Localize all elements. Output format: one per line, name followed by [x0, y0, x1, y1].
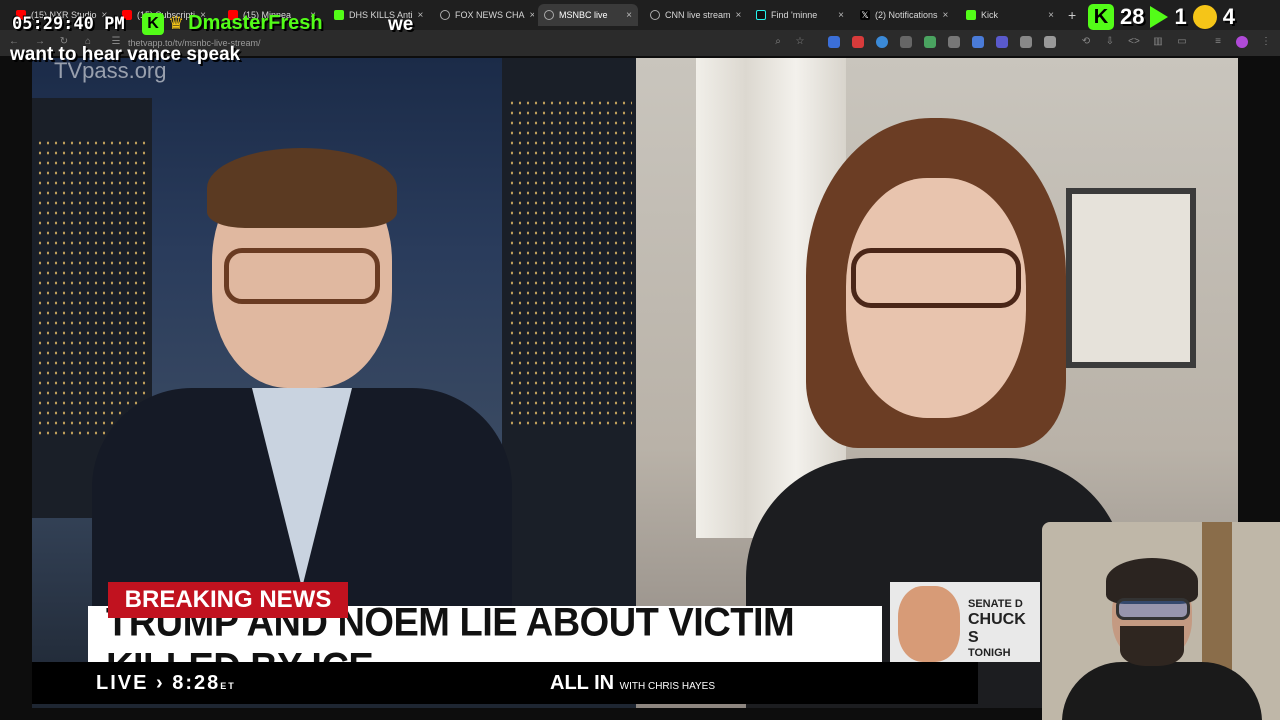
host-hair	[207, 148, 397, 228]
tab-label: (2) Notifications	[875, 10, 938, 20]
extension-icon[interactable]	[948, 36, 960, 48]
tab-label: Kick	[981, 10, 999, 20]
menu-icon[interactable]: ≡	[1212, 36, 1224, 48]
stream-clock: 05:29:40 PM	[12, 14, 125, 34]
tab-x-notifications[interactable]: 𝕏 (2) Notifications ×	[854, 4, 954, 26]
live-caption-line: want to hear vance speak	[10, 44, 241, 65]
stream-stats: K 28 1 4	[1088, 4, 1235, 30]
streamer-webcam	[1042, 522, 1280, 720]
host-glasses	[224, 248, 380, 304]
close-icon[interactable]: ×	[1048, 10, 1054, 21]
live-indicator: LIVE › 8:28ET	[96, 672, 236, 695]
streamer-badge: K ♛ DmasterFresh	[142, 12, 323, 35]
webcam-person-beard	[1120, 626, 1184, 666]
kick-logo-icon: K	[1088, 4, 1114, 30]
show-host: WITH CHRIS HAYES	[619, 681, 716, 692]
tab-label: FOX NEWS CHA	[455, 10, 525, 20]
promo-panel: SENATE D CHUCK S TONIGH	[890, 582, 1040, 662]
zoom-icon[interactable]: ⌕	[772, 36, 784, 48]
time-zone: ET	[220, 681, 236, 691]
extension-icon[interactable]	[924, 36, 936, 48]
tab-msnbc-live[interactable]: MSNBC live ×	[538, 4, 638, 26]
webcam-person-glasses	[1116, 598, 1190, 620]
tab-label: CNN live stream	[665, 10, 731, 20]
close-icon[interactable]: ×	[530, 10, 534, 21]
promo-text: SENATE D CHUCK S TONIGH	[968, 598, 1040, 660]
host-person	[92, 138, 512, 688]
promo-line: CHUCK S	[968, 611, 1026, 646]
tab-label: MSNBC live	[559, 10, 608, 20]
kick-icon	[966, 10, 976, 20]
extension-icon[interactable]	[852, 36, 864, 48]
tiktok-icon	[756, 10, 766, 20]
live-label: LIVE	[96, 672, 149, 694]
show-logo: ALL IN WITH CHRIS HAYES	[550, 672, 715, 695]
live-caption-word: we	[388, 14, 414, 35]
kebab-menu-icon[interactable]: ⋮	[1260, 36, 1272, 48]
webcam-person-body	[1062, 662, 1262, 720]
tab-kick[interactable]: Kick ×	[960, 4, 1060, 26]
lower-third: TRUMP AND NOEM LIE ABOUT VICTIM KILLED B…	[88, 582, 882, 690]
city-lights	[508, 98, 632, 428]
downloads-icon[interactable]: ⇩	[1104, 36, 1116, 48]
history-icon[interactable]: ⟲	[1080, 36, 1092, 48]
kick-logo-icon: K	[142, 12, 164, 35]
city-lights	[36, 138, 148, 438]
extension-icon[interactable]	[828, 36, 840, 48]
devtools-icon[interactable]: <>	[1128, 36, 1140, 48]
globe-icon	[544, 10, 554, 20]
globe-icon	[440, 10, 450, 20]
tab-cnn-live[interactable]: CNN live stream ×	[644, 4, 744, 26]
promo-line: SENATE D	[968, 598, 1023, 610]
globe-icon	[650, 10, 660, 20]
extension-icon[interactable]	[876, 36, 888, 48]
puzzle-icon[interactable]	[1044, 36, 1056, 48]
guest-glasses	[851, 248, 1021, 308]
tab-tiktok-find[interactable]: Find 'minne ×	[750, 4, 850, 26]
promo-line: TONIGH	[968, 647, 1011, 659]
extension-icon[interactable]	[996, 36, 1008, 48]
tab-label: Find 'minne	[771, 10, 818, 20]
extension-icon[interactable]	[900, 36, 912, 48]
stat-number: 28	[1120, 4, 1145, 29]
live-arrow-icon: ›	[156, 672, 165, 694]
streamer-name: DmasterFresh	[188, 12, 323, 34]
kick-icon	[334, 10, 344, 20]
close-icon[interactable]: ×	[943, 10, 949, 21]
show-name: ALL IN	[550, 672, 615, 694]
crown-icon: ♛	[168, 13, 185, 33]
extension-icon[interactable]	[1020, 36, 1032, 48]
close-icon[interactable]: ×	[626, 10, 632, 21]
stat-number: 4	[1222, 4, 1235, 29]
new-tab-button[interactable]: +	[1062, 4, 1082, 26]
breaking-news-label: BREAKING NEWS	[108, 582, 348, 618]
sidebar-icon[interactable]: ▥	[1152, 36, 1164, 48]
stat-number: 1	[1174, 4, 1187, 29]
tab-fox-news[interactable]: FOX NEWS CHA ×	[434, 4, 534, 26]
broadcast-time: 8:28	[172, 672, 221, 694]
close-icon[interactable]: ×	[838, 10, 844, 21]
play-icon	[1150, 6, 1169, 28]
promo-photo	[898, 586, 960, 662]
close-icon[interactable]: ×	[736, 10, 742, 21]
screenshot-icon[interactable]: ▭	[1176, 36, 1188, 48]
emoji-icon	[1192, 5, 1217, 29]
extension-icon[interactable]	[972, 36, 984, 48]
close-icon[interactable]: ×	[418, 10, 424, 21]
x-icon: 𝕏	[860, 10, 870, 20]
profile-avatar[interactable]	[1236, 36, 1248, 48]
bookmark-star-icon[interactable]: ☆	[794, 36, 806, 48]
